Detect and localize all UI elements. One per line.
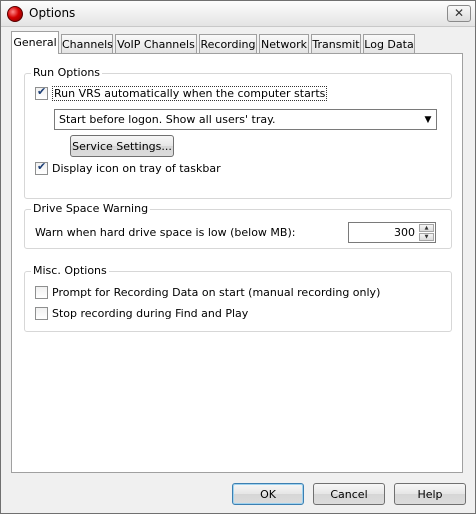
- tab-channels[interactable]: Channels: [61, 34, 113, 53]
- tab-voip-channels[interactable]: VoIP Channels: [115, 34, 197, 53]
- drive-space-value: 300: [394, 226, 415, 239]
- options-dialog: Options ✕ General Channels VoIP Channels…: [0, 0, 476, 514]
- auto-run-label: Run VRS automatically when the computer …: [52, 86, 328, 101]
- tab-general[interactable]: General: [11, 31, 59, 54]
- spin-up-icon[interactable]: ▲: [419, 224, 434, 232]
- drive-space-title: Drive Space Warning: [31, 202, 151, 215]
- start-mode-select[interactable]: Start before logon. Show all users' tray…: [54, 109, 437, 130]
- tray-icon-row[interactable]: Display icon on tray of taskbar: [35, 160, 221, 176]
- cancel-button[interactable]: Cancel: [313, 483, 385, 505]
- prompt-checkbox[interactable]: [35, 286, 48, 299]
- tab-network[interactable]: Network: [259, 34, 309, 53]
- tray-icon-checkbox[interactable]: [35, 160, 48, 175]
- run-options-group: Run Options Run VRS automatically when t…: [24, 66, 452, 199]
- tray-icon-label: Display icon on tray of taskbar: [52, 162, 221, 175]
- drive-space-stepper[interactable]: 300 ▲ ▼: [348, 222, 436, 243]
- stop-checkbox[interactable]: [35, 307, 48, 320]
- tab-recording[interactable]: Recording: [199, 34, 257, 53]
- title-bar: Options ✕: [1, 1, 475, 27]
- tab-log-data[interactable]: Log Data: [363, 34, 415, 53]
- stop-row[interactable]: Stop recording during Find and Play: [35, 306, 248, 321]
- window-title: Options: [29, 6, 76, 20]
- tab-transmit[interactable]: Transmit: [311, 34, 361, 53]
- stop-label: Stop recording during Find and Play: [52, 307, 249, 320]
- general-tab-panel: Run Options Run VRS automatically when t…: [11, 53, 463, 473]
- chevron-down-icon: ▼: [424, 114, 432, 125]
- start-mode-value: Start before logon. Show all users' tray…: [59, 113, 276, 126]
- service-settings-button[interactable]: Service Settings...: [70, 135, 174, 157]
- spin-down-icon[interactable]: ▼: [419, 233, 434, 241]
- ok-button[interactable]: OK: [232, 483, 304, 505]
- close-button[interactable]: ✕: [447, 5, 471, 22]
- drive-space-group: Drive Space Warning Warn when hard drive…: [24, 202, 452, 249]
- auto-run-row[interactable]: Run VRS automatically when the computer …: [35, 85, 328, 101]
- prompt-row[interactable]: Prompt for Recording Data on start (manu…: [35, 285, 380, 300]
- misc-options-group: Misc. Options Prompt for Recording Data …: [24, 264, 452, 332]
- app-icon: [7, 6, 23, 22]
- run-options-title: Run Options: [31, 66, 103, 79]
- help-button[interactable]: Help: [394, 483, 466, 505]
- drive-space-label: Warn when hard drive space is low (below…: [35, 226, 296, 239]
- spin-buttons: ▲ ▼: [419, 224, 434, 241]
- auto-run-checkbox[interactable]: [35, 85, 48, 100]
- prompt-label: Prompt for Recording Data on start (manu…: [52, 286, 381, 299]
- misc-options-title: Misc. Options: [31, 264, 109, 277]
